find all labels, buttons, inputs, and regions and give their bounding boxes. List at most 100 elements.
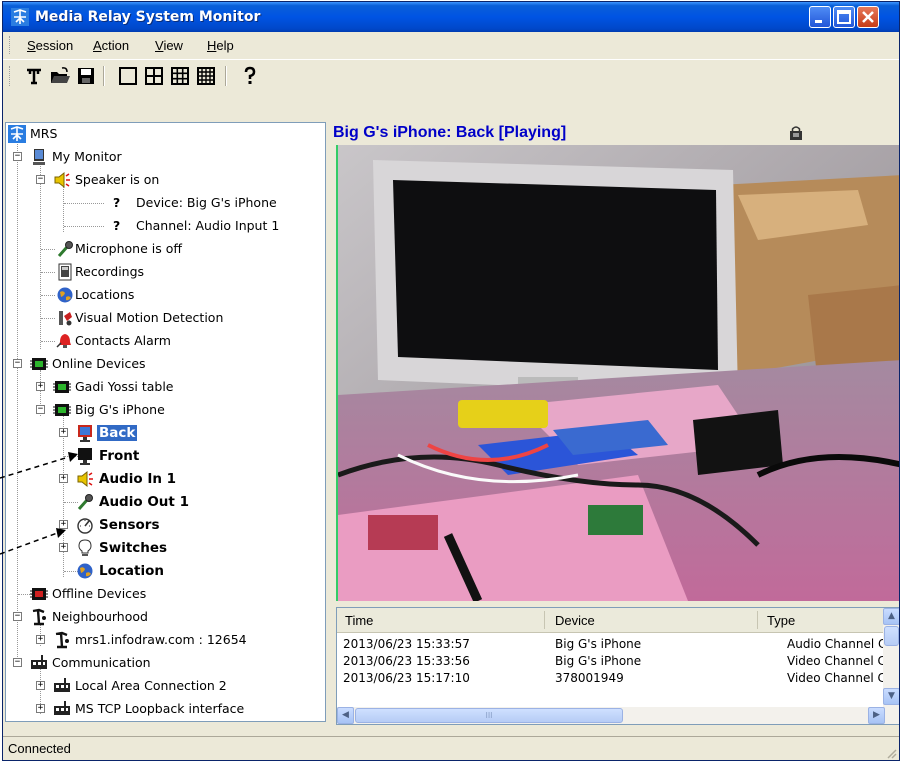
scroll-right-button[interactable]: ▶ xyxy=(868,707,885,724)
maximize-button[interactable] xyxy=(833,6,855,28)
tree-line xyxy=(41,249,55,250)
tree-label: Switches xyxy=(99,540,168,556)
network-card-icon xyxy=(54,701,70,715)
menu-session[interactable]: Session xyxy=(27,38,73,53)
maximize-icon xyxy=(837,10,851,24)
collapse-toggle[interactable]: − xyxy=(13,612,22,621)
column-time[interactable]: Time xyxy=(345,613,373,628)
unknown-icon: ? xyxy=(113,195,121,210)
save-icon[interactable] xyxy=(75,65,97,87)
toolbar-grip[interactable] xyxy=(9,66,13,86)
globe-icon xyxy=(77,563,93,579)
cell-device: 378001949 xyxy=(555,671,624,685)
cell-device: Big G's iPhone xyxy=(555,654,642,668)
pane-splitter[interactable] xyxy=(326,122,331,725)
collapse-toggle[interactable]: − xyxy=(13,658,22,667)
menu-bar: Session Action View Help xyxy=(3,32,899,58)
vertical-scrollbar[interactable]: ▲ ▼ xyxy=(883,608,899,724)
tree-label: Microphone is off xyxy=(75,241,182,256)
cell-type: Audio Channel C xyxy=(787,637,883,651)
recordings-icon xyxy=(58,263,72,281)
scroll-up-button[interactable]: ▲ xyxy=(883,608,899,625)
expand-toggle[interactable]: + xyxy=(36,382,45,391)
lock-icon[interactable] xyxy=(789,126,803,140)
cell-time: 2013/06/23 15:33:57 xyxy=(343,637,470,651)
layout-2x2-icon[interactable] xyxy=(143,65,165,87)
expand-toggle[interactable]: + xyxy=(36,681,45,690)
globe-icon xyxy=(57,287,73,303)
menu-action[interactable]: Action xyxy=(93,38,129,53)
camera-monitor-icon xyxy=(78,448,92,465)
motion-detection-icon xyxy=(59,311,72,326)
collapse-toggle[interactable]: − xyxy=(36,405,45,414)
network-card-icon xyxy=(31,655,47,669)
tree-label: Sensors xyxy=(99,517,160,533)
monitor-icon xyxy=(33,149,45,165)
tree-label: Neighbourhood xyxy=(52,609,148,624)
device-offline-icon xyxy=(30,588,48,600)
layout-3x3-icon[interactable] xyxy=(169,65,191,87)
menu-view[interactable]: View xyxy=(155,38,183,53)
main-window: Media Relay System Monitor Session Actio… xyxy=(2,1,900,761)
scroll-thumb[interactable] xyxy=(884,626,899,646)
tree-label: Speaker is on xyxy=(75,172,160,187)
resize-grip-icon[interactable] xyxy=(885,747,897,759)
expand-toggle[interactable]: + xyxy=(36,635,45,644)
collapse-toggle[interactable]: − xyxy=(13,359,22,368)
horizontal-scrollbar[interactable]: ◀ III ▶ xyxy=(337,707,885,724)
expand-toggle[interactable]: + xyxy=(36,704,45,713)
menu-grip[interactable] xyxy=(9,36,13,54)
tree-label: Gadi Yossi table xyxy=(75,379,174,394)
title-bar[interactable]: Media Relay System Monitor xyxy=(3,2,899,32)
device-tree[interactable]: MRS − My Monitor − Speaker is on ? Devic… xyxy=(5,122,326,722)
table-row[interactable]: 2013/06/23 15:33:57 Big G's iPhone Audio… xyxy=(337,636,899,653)
tree-line xyxy=(41,341,55,342)
menu-action-label: ction xyxy=(101,38,130,53)
scroll-left-button[interactable]: ◀ xyxy=(337,707,354,724)
table-row[interactable]: 2013/06/23 15:17:10 378001949 Video Chan… xyxy=(337,670,899,687)
device-online-icon xyxy=(30,358,48,370)
event-log-table[interactable]: Time Device Type 2013/06/23 15:33:57 Big… xyxy=(336,607,899,725)
status-text: Connected xyxy=(8,741,71,756)
tree-label: Visual Motion Detection xyxy=(75,310,224,325)
open-icon[interactable] xyxy=(49,65,71,87)
expand-toggle[interactable]: + xyxy=(59,543,68,552)
device-online-icon xyxy=(53,381,71,393)
column-device[interactable]: Device xyxy=(555,613,595,628)
status-bar: Connected xyxy=(3,736,899,760)
collapse-toggle[interactable]: − xyxy=(13,152,22,161)
close-button[interactable] xyxy=(857,6,879,28)
menu-help[interactable]: Help xyxy=(207,38,234,53)
expand-toggle[interactable]: + xyxy=(59,428,68,437)
minimize-icon xyxy=(815,20,822,23)
tree-line xyxy=(64,203,104,204)
toolbar-separator xyxy=(103,66,105,86)
expand-toggle[interactable]: + xyxy=(59,474,68,483)
cell-type: Video Channel C xyxy=(787,671,883,685)
tree-label: Location xyxy=(99,563,164,579)
expand-toggle[interactable]: + xyxy=(59,520,68,529)
collapse-toggle[interactable]: − xyxy=(36,175,45,184)
column-type[interactable]: Type xyxy=(767,613,795,628)
table-row[interactable]: 2013/06/23 15:33:56 Big G's iPhone Video… xyxy=(337,653,899,670)
tree-label: Audio In 1 xyxy=(99,471,177,487)
column-divider[interactable] xyxy=(757,611,758,629)
tree-label: mrs1.infodraw.com : 12654 xyxy=(75,632,247,647)
tree-label: Contacts Alarm xyxy=(75,333,171,348)
scroll-down-button[interactable]: ▼ xyxy=(883,688,899,705)
minimize-button[interactable] xyxy=(809,6,831,28)
close-icon xyxy=(862,11,874,23)
layout-1x1-icon[interactable] xyxy=(117,65,139,87)
video-feed[interactable] xyxy=(336,145,899,601)
layout-4x4-icon[interactable] xyxy=(195,65,217,87)
app-logo-icon xyxy=(11,8,29,26)
camera-frame-image xyxy=(338,145,899,601)
tree-label: Offline Devices xyxy=(52,586,147,601)
column-divider[interactable] xyxy=(544,611,545,629)
cell-time: 2013/06/23 15:17:10 xyxy=(343,671,470,685)
connect-icon[interactable] xyxy=(23,65,45,87)
help-icon[interactable] xyxy=(239,65,261,87)
speaker-icon xyxy=(54,171,70,189)
scroll-thumb[interactable]: III xyxy=(355,708,623,723)
tree-label: Big G's iPhone xyxy=(75,402,165,417)
